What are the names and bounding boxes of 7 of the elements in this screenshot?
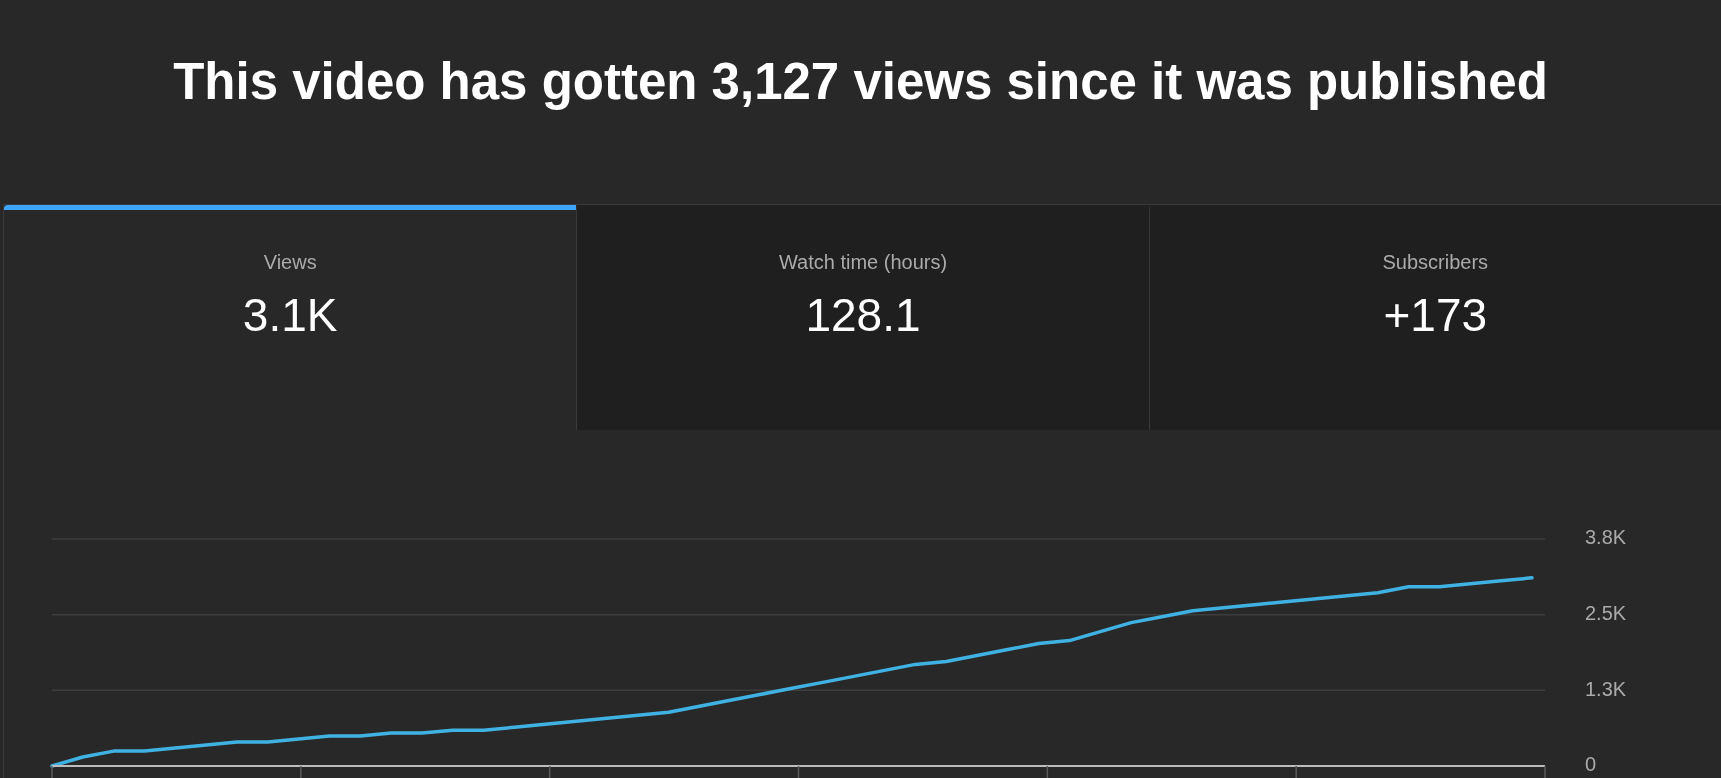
y-tick-label: 0: [1585, 753, 1597, 776]
metric-tab[interactable]: Watch time (hours) 128.1: [576, 205, 1149, 430]
y-tick-label: 3.8K: [1585, 526, 1627, 549]
page-title: This video has gotten 3,127 views since it was published: [173, 52, 1548, 112]
y-tick-label: 2.5K: [1585, 601, 1627, 624]
y-tick-label: 1.3K: [1585, 677, 1627, 700]
metric-tab[interactable]: Subscribers +173: [1148, 205, 1721, 430]
